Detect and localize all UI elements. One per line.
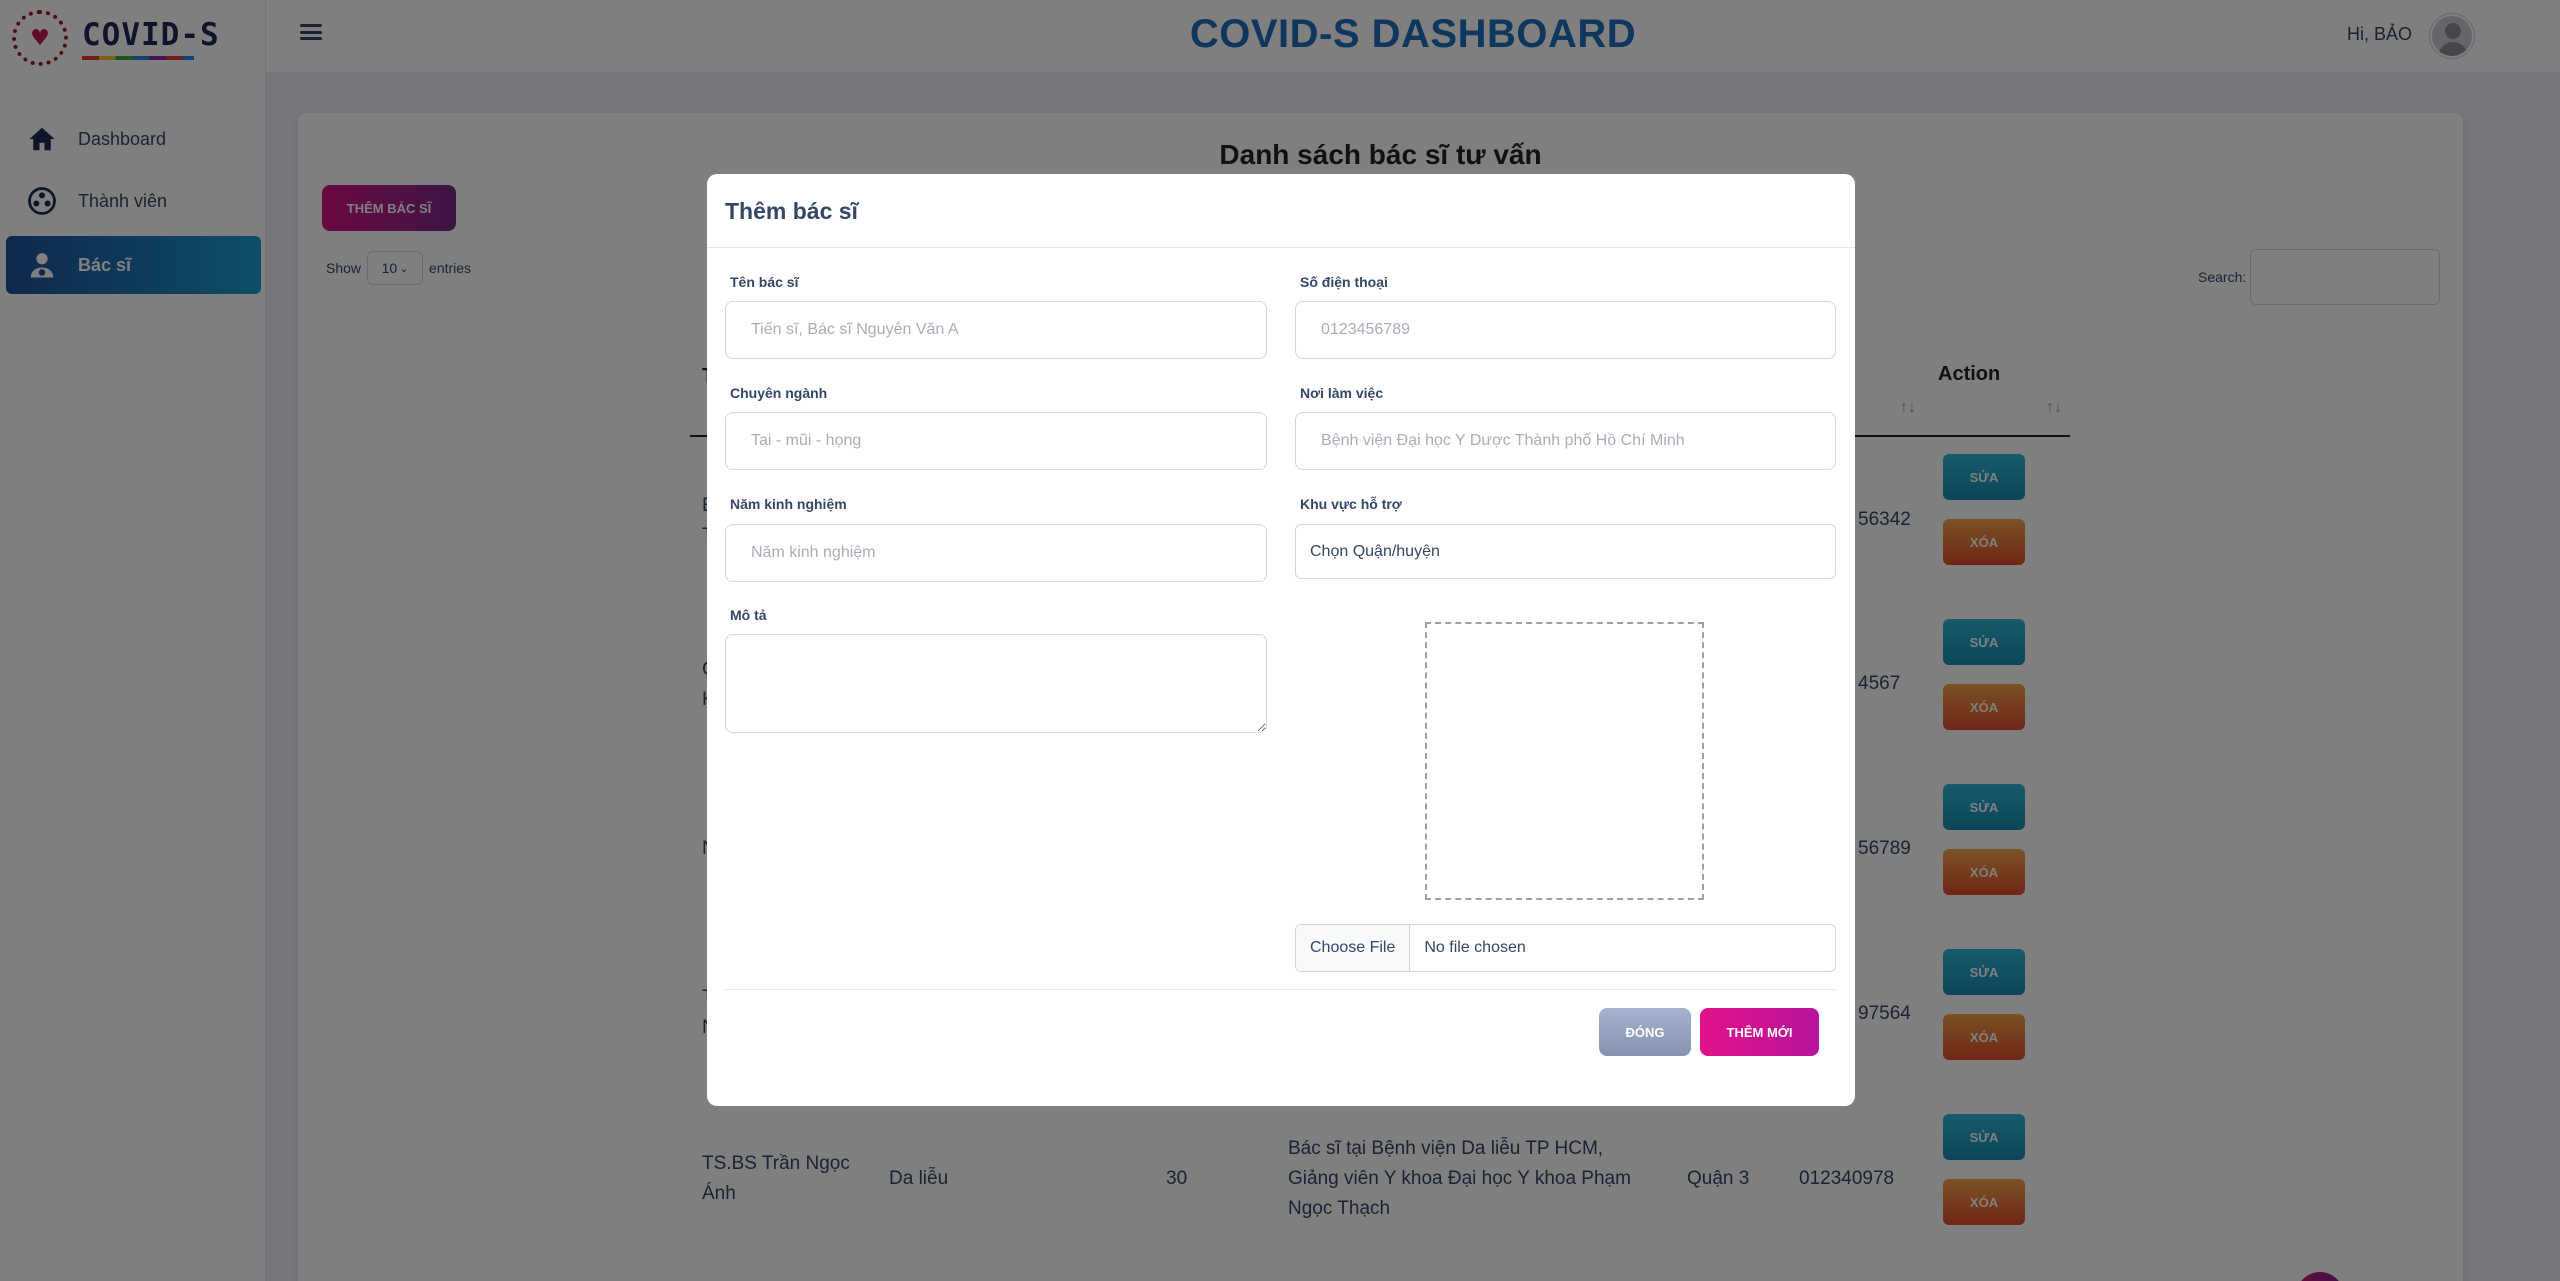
modal-header-divider (707, 247, 1855, 248)
image-preview (1425, 622, 1704, 900)
district-select-value: Chọn Quận/huyện (1310, 542, 1440, 560)
description-label: Mô tả (730, 607, 767, 623)
phone-label: Số điện thoại (1300, 274, 1388, 290)
add-doctor-modal: Thêm bác sĩ Tên bác sĩ Số điện thoại Chu… (707, 174, 1855, 1106)
specialty-label: Chuyên ngành (730, 385, 828, 401)
district-select[interactable]: Chọn Quận/huyện (1295, 524, 1836, 579)
phone-input[interactable] (1295, 301, 1836, 359)
modal-footer-divider (725, 989, 1837, 990)
experience-input[interactable] (725, 524, 1267, 582)
workplace-label: Nơi làm việc (1300, 385, 1384, 401)
add-new-button[interactable]: THÊM MỚI (1700, 1008, 1819, 1056)
workplace-input[interactable] (1295, 412, 1836, 470)
close-button[interactable]: ĐÓNG (1599, 1008, 1691, 1056)
experience-label: Năm kinh nghiệm (730, 496, 847, 512)
support-area-label: Khu vực hỗ trợ (1300, 496, 1402, 512)
file-input[interactable]: Choose File No file chosen (1295, 924, 1836, 972)
modal-title: Thêm bác sĩ (725, 198, 858, 224)
doctor-name-label: Tên bác sĩ (730, 274, 799, 290)
specialty-input[interactable] (725, 412, 1267, 470)
choose-file-button[interactable]: Choose File (1296, 925, 1411, 971)
description-textarea[interactable] (725, 634, 1267, 733)
file-status: No file chosen (1424, 939, 1526, 956)
doctor-name-input[interactable] (725, 301, 1267, 359)
